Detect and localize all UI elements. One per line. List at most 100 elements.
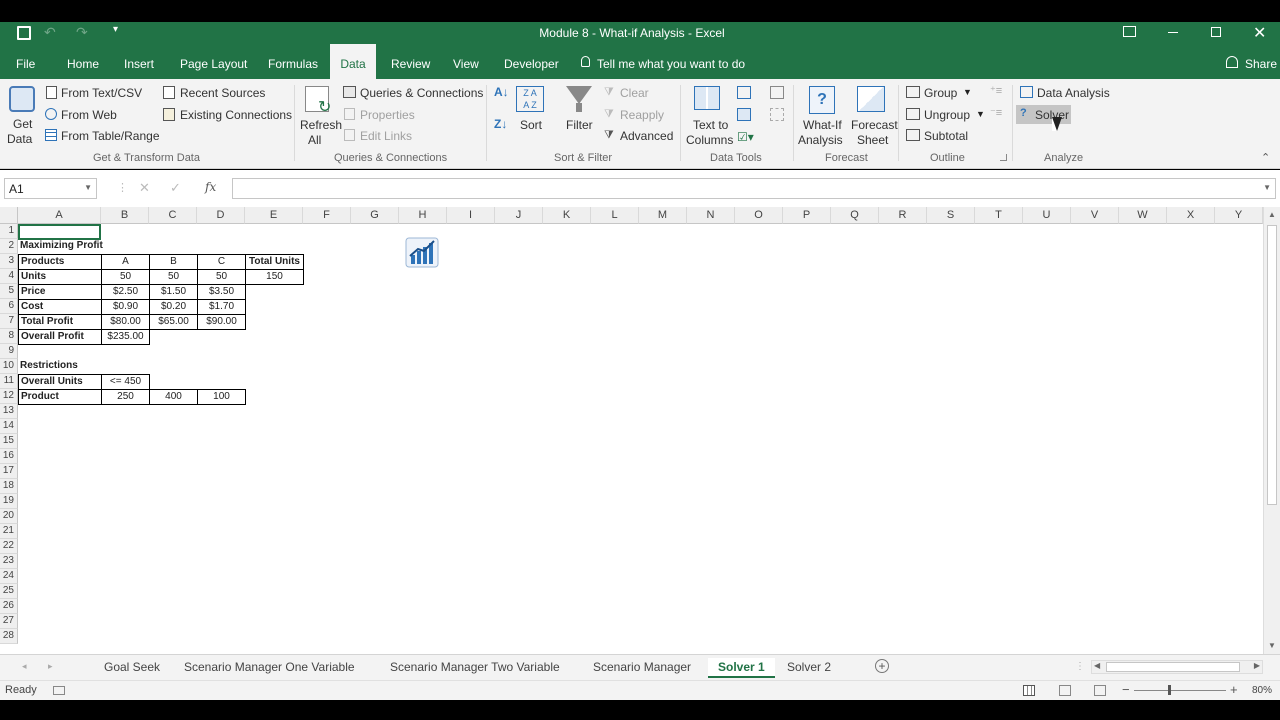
name-box-dropdown-icon[interactable]: ▼	[84, 183, 92, 192]
what-if-analysis-line1[interactable]: What-If	[803, 118, 842, 132]
cell-d3[interactable]: C	[197, 254, 246, 270]
scroll-left-icon[interactable]: ◀	[1094, 661, 1100, 670]
row-header[interactable]: 10	[0, 359, 18, 374]
column-header[interactable]: C	[149, 207, 197, 224]
cell-b8[interactable]: $235.00	[101, 329, 150, 345]
zoom-slider-thumb[interactable]	[1168, 685, 1171, 695]
get-data-button-line1[interactable]: Get	[13, 117, 32, 131]
column-header[interactable]: B	[101, 207, 149, 224]
cell-d7[interactable]: $90.00	[197, 314, 246, 330]
row-header[interactable]: 28	[0, 629, 18, 644]
scroll-right-icon[interactable]: ▶	[1254, 661, 1260, 670]
row-header[interactable]: 11	[0, 374, 18, 389]
cell-b5[interactable]: $2.50	[101, 284, 150, 300]
share-button[interactable]: Share	[1245, 57, 1277, 71]
text-to-columns-line2[interactable]: Columns	[686, 133, 733, 147]
column-header[interactable]: U	[1023, 207, 1071, 224]
edit-links-button[interactable]: Edit Links	[360, 129, 412, 143]
filter-button[interactable]: Filter	[566, 118, 593, 132]
sheet-tab-solver-2[interactable]: Solver 2	[787, 658, 831, 678]
zoom-slider-track[interactable]	[1134, 690, 1226, 691]
column-header[interactable]: A	[18, 207, 101, 224]
row-header[interactable]: 14	[0, 419, 18, 434]
formula-bar-splitter-icon[interactable]: ⋮	[117, 181, 128, 194]
tab-insert[interactable]: Insert	[124, 44, 154, 79]
hide-detail-icon[interactable]: ⁻≡	[990, 106, 1002, 119]
column-header[interactable]: Q	[831, 207, 879, 224]
name-box[interactable]: A1 ▼	[4, 178, 97, 199]
worksheet-grid[interactable]: ABCDEFGHIJKLMNOPQRSTUVWXY 1 2 3 4 5 6 7 8 9 10 11 1…	[0, 207, 1280, 654]
row-header[interactable]: 8	[0, 329, 18, 344]
row-header[interactable]: 18	[0, 479, 18, 494]
formula-input[interactable]: ▼	[232, 178, 1276, 199]
solver-chart-image[interactable]	[404, 236, 440, 269]
column-header[interactable]: K	[543, 207, 591, 224]
confirm-entry-icon[interactable]: ✓	[170, 180, 181, 196]
what-if-analysis-line2[interactable]: Analysis	[798, 133, 843, 147]
row-header[interactable]: 22	[0, 539, 18, 554]
tab-review[interactable]: Review	[391, 44, 430, 79]
cell-d5[interactable]: $3.50	[197, 284, 246, 300]
scroll-up-icon[interactable]: ▲	[1268, 210, 1276, 219]
cell-c12[interactable]: 400	[149, 389, 198, 405]
refresh-all-line2[interactable]: All	[308, 133, 321, 147]
flash-fill-icon[interactable]	[737, 86, 751, 99]
data-analysis-button[interactable]: Data Analysis	[1037, 86, 1110, 100]
consolidate-icon[interactable]	[770, 86, 784, 99]
row-header[interactable]: 25	[0, 584, 18, 599]
sort-button[interactable]: Sort	[520, 118, 542, 132]
zoom-in-icon[interactable]: +	[1230, 682, 1238, 697]
row-header[interactable]: 19	[0, 494, 18, 509]
sheet-tab-solver-1[interactable]: Solver 1	[708, 658, 775, 678]
cell-b3[interactable]: A	[101, 254, 150, 270]
column-header[interactable]: E	[245, 207, 303, 224]
row-header[interactable]: 6	[0, 299, 18, 314]
ungroup-dropdown-icon[interactable]: ▼	[976, 109, 985, 119]
cell-c7[interactable]: $65.00	[149, 314, 198, 330]
expand-formula-bar-icon[interactable]: ▼	[1263, 183, 1271, 192]
column-header[interactable]: F	[303, 207, 351, 224]
column-header[interactable]: G	[351, 207, 399, 224]
cell-a4[interactable]: Units	[18, 269, 102, 285]
vertical-scrollbar[interactable]: ▲ ▼	[1263, 207, 1280, 654]
row-header[interactable]: 4	[0, 269, 18, 284]
refresh-all-line1[interactable]: Refresh	[300, 118, 342, 132]
sheet-tab-scenario-manager[interactable]: Scenario Manager	[593, 658, 691, 678]
tab-developer[interactable]: Developer	[504, 44, 559, 79]
tab-formulas[interactable]: Formulas	[268, 44, 318, 79]
column-header[interactable]: P	[783, 207, 831, 224]
cell-b12[interactable]: 250	[101, 389, 150, 405]
column-header[interactable]: W	[1119, 207, 1167, 224]
scroll-down-icon[interactable]: ▼	[1268, 641, 1276, 650]
horizontal-scrollbar[interactable]: ◀ ▶	[1091, 660, 1263, 674]
row-header[interactable]: 2	[0, 239, 18, 254]
remove-duplicates-icon[interactable]	[737, 108, 751, 121]
sort-descending-icon[interactable]: Z↓	[494, 117, 507, 131]
normal-view-icon[interactable]	[1023, 685, 1035, 696]
group-button[interactable]: Group	[924, 86, 957, 100]
cell-b6[interactable]: $0.90	[101, 299, 150, 315]
cell-a5[interactable]: Price	[18, 284, 102, 300]
properties-button[interactable]: Properties	[360, 108, 415, 122]
forecast-sheet-line2[interactable]: Sheet	[857, 133, 888, 147]
tab-file[interactable]: File	[16, 44, 35, 79]
row-header[interactable]: 24	[0, 569, 18, 584]
sheet-tab-goal-seek[interactable]: Goal Seek	[104, 658, 160, 678]
row-header[interactable]: 13	[0, 404, 18, 419]
share-person-icon[interactable]	[1226, 56, 1238, 68]
reapply-button[interactable]: Reapply	[620, 108, 664, 122]
cell-a8[interactable]: Overall Profit	[18, 329, 102, 345]
tell-me-box[interactable]: Tell me what you want to do	[597, 57, 745, 71]
column-header[interactable]: M	[639, 207, 687, 224]
row-header[interactable]: 7	[0, 314, 18, 329]
cell-b7[interactable]: $80.00	[101, 314, 150, 330]
row-header[interactable]: 26	[0, 599, 18, 614]
group-dropdown-icon[interactable]: ▼	[963, 87, 972, 97]
cell-d4[interactable]: 50	[197, 269, 246, 285]
existing-connections-button[interactable]: Existing Connections	[180, 108, 292, 122]
get-data-button-line2[interactable]: Data	[7, 132, 32, 146]
tab-view[interactable]: View	[453, 44, 479, 79]
ungroup-button[interactable]: Ungroup	[924, 108, 970, 122]
show-detail-icon[interactable]: ⁺≡	[990, 84, 1002, 97]
column-header[interactable]: O	[735, 207, 783, 224]
